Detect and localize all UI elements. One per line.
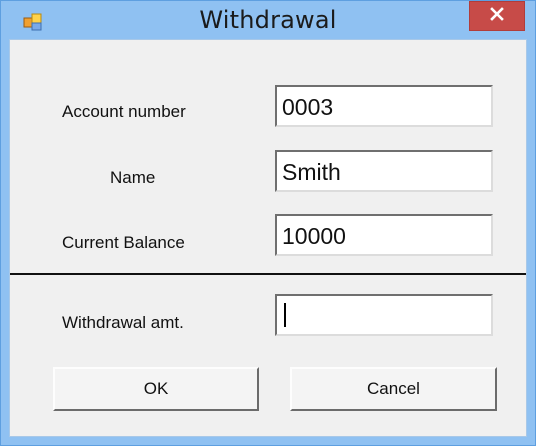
current-balance-field[interactable] (275, 214, 493, 256)
dialog-client-area: Account number Name Current Balance With… (9, 39, 527, 437)
withdrawal-window: Withdrawal Account number Name Current B… (0, 0, 536, 446)
withdrawal-amount-label: Withdrawal amt. (62, 313, 184, 332)
name-label: Name (110, 168, 156, 187)
account-number-label: Account number (62, 102, 186, 121)
close-icon (489, 6, 505, 27)
title-bar[interactable]: Withdrawal (1, 1, 535, 39)
text-caret (284, 303, 286, 327)
account-number-field[interactable] (275, 85, 493, 127)
name-field[interactable] (275, 150, 493, 192)
cancel-button[interactable]: Cancel (290, 367, 497, 411)
current-balance-label: Current Balance (62, 233, 185, 252)
separator-line (10, 273, 526, 275)
close-button[interactable] (469, 1, 525, 31)
withdrawal-amount-field[interactable] (275, 294, 493, 336)
window-title: Withdrawal (199, 6, 337, 34)
ok-button[interactable]: OK (53, 367, 259, 411)
